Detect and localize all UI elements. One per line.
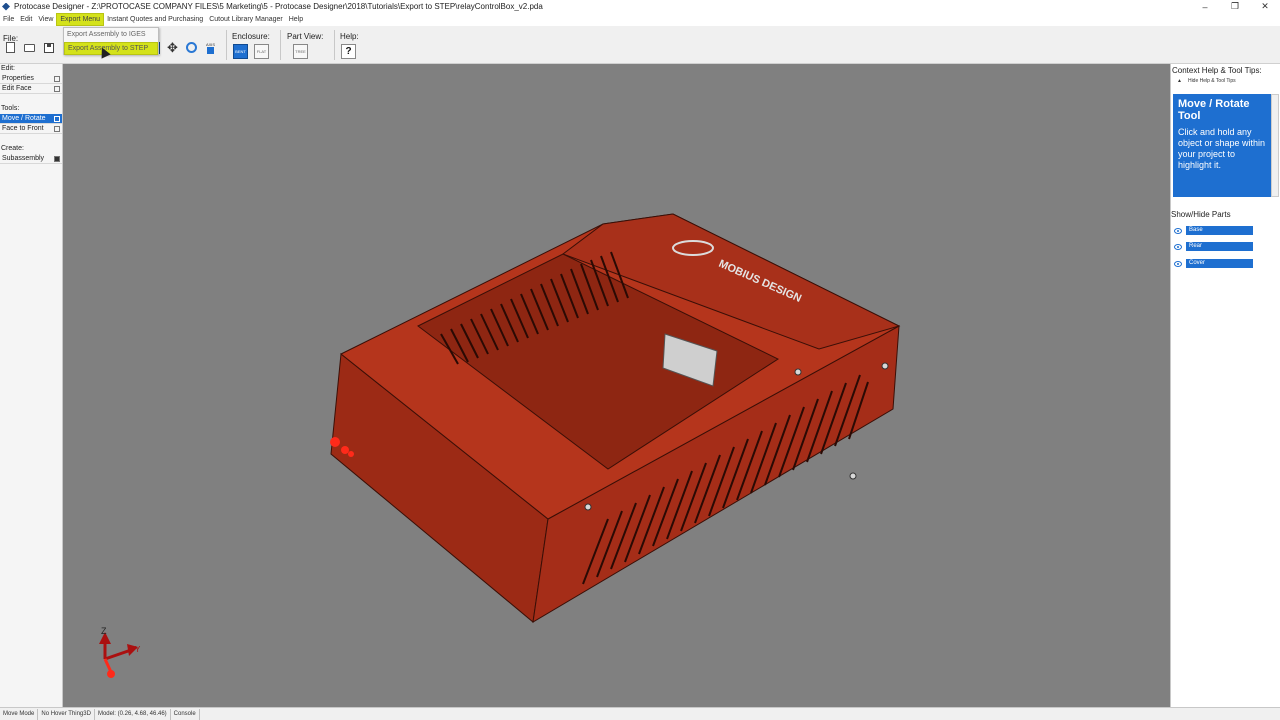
bent-icon: BENT <box>233 44 248 59</box>
status-model: Model: (0.26, 4.68, 46.46) <box>95 708 171 720</box>
rotate-icon <box>186 42 197 53</box>
edit-face-label: Edit Face <box>2 85 32 92</box>
console-button[interactable]: Console <box>171 708 200 720</box>
axis-button[interactable]: AXIS <box>202 39 219 56</box>
axis-blue-icon <box>207 46 214 54</box>
window-controls: – ❐ ✕ <box>1190 0 1280 13</box>
show-hide-parts-title: Show/Hide Parts <box>1171 210 1231 219</box>
help-button[interactable]: ? <box>340 43 357 60</box>
minimize-button[interactable]: – <box>1190 0 1220 13</box>
menu-edit[interactable]: Edit <box>17 13 35 26</box>
subassembly-item[interactable]: Subassembly <box>0 154 62 164</box>
move-icon: ✥ <box>167 39 178 55</box>
status-hover: No Hover Thing3D <box>38 708 95 720</box>
context-help-title: Context Help & Tool Tips: <box>1172 66 1262 75</box>
tip-title: Move / Rotate Tool <box>1178 98 1250 122</box>
help-icon: ? <box>341 44 356 59</box>
part-base[interactable]: Base <box>1186 226 1253 235</box>
edit-face-item[interactable]: Edit Face <box>0 84 62 94</box>
export-dropdown: Export Assembly to IGES Export Assembly … <box>63 27 159 55</box>
enclosure-flat-button[interactable]: FLAT <box>253 43 270 60</box>
enclosure-bent-button[interactable]: BENT <box>232 43 249 60</box>
part-row-rear[interactable]: Rear <box>1174 242 1253 251</box>
hide-help-label: Hide Help & Tool Tips <box>1187 78 1236 84</box>
export-iges-item[interactable]: Export Assembly to IGES <box>64 28 158 41</box>
title-bar: Protocase Designer - Z:\PROTOCASE COMPAN… <box>0 0 1280 13</box>
move-rotate-label: Move / Rotate <box>2 115 46 122</box>
face-to-front-icon <box>54 126 60 132</box>
enclosure-label: Enclosure: <box>232 32 270 41</box>
part-view-label: Part View: <box>287 32 324 41</box>
flat-icon: FLAT <box>254 44 269 59</box>
face-to-front-item[interactable]: Face to Front <box>0 124 62 134</box>
eye-icon[interactable] <box>1174 260 1182 267</box>
axis-z-label: Z <box>101 626 107 636</box>
export-step-item[interactable]: Export Assembly to STEP <box>64 42 158 55</box>
properties-label: Properties <box>2 75 34 82</box>
save-button[interactable] <box>40 39 57 56</box>
new-file-icon <box>6 42 15 53</box>
axis-y-label: Y <box>135 645 141 654</box>
part-row-cover[interactable]: Cover <box>1174 259 1253 268</box>
rotate-tool-button[interactable] <box>183 39 200 56</box>
edit-face-icon <box>54 86 60 92</box>
tree-icon: TREE <box>293 44 308 59</box>
enclosure-model[interactable]: MOBIUS DESIGN Z Y <box>63 64 1170 707</box>
tools-heading: Tools: <box>1 105 20 112</box>
move-tool-button[interactable]: ✥ <box>164 39 181 56</box>
3d-viewport[interactable]: MOBIUS DESIGN Z Y <box>63 64 1170 707</box>
move-rotate-icon <box>54 116 60 122</box>
part-rear[interactable]: Rear <box>1186 242 1253 251</box>
new-file-button[interactable] <box>2 39 19 56</box>
menu-bar: File Edit View Export Menu Instant Quote… <box>0 13 1280 26</box>
separator <box>226 30 227 60</box>
hide-help-link[interactable]: ▲ Hide Help & Tool Tips <box>1171 76 1280 86</box>
tip-body: Click and hold any object or shape withi… <box>1178 127 1266 170</box>
right-panel: Context Help & Tool Tips: ▲ Hide Help & … <box>1170 64 1280 707</box>
menu-help[interactable]: Help <box>286 13 306 26</box>
subassembly-label: Subassembly <box>2 155 45 162</box>
maximize-button[interactable]: ❐ <box>1220 0 1250 13</box>
move-rotate-item[interactable]: Move / Rotate <box>0 114 62 124</box>
status-mode: Move Mode <box>0 708 39 720</box>
toolbar: File: ✥ AXIS Enclosure: BENT FLAT Part V… <box>0 26 1280 64</box>
separator <box>334 30 335 60</box>
face-to-front-label: Face to Front <box>2 125 44 132</box>
menu-cutout-library[interactable]: Cutout Library Manager <box>206 13 286 26</box>
properties-item[interactable]: Properties <box>0 74 62 84</box>
edit-heading: Edit: <box>1 65 16 72</box>
window-title: Protocase Designer - Z:\PROTOCASE COMPAN… <box>14 2 543 11</box>
collapse-icon: ▲ <box>1177 78 1182 84</box>
open-file-button[interactable] <box>21 39 38 56</box>
eye-icon[interactable] <box>1174 227 1182 234</box>
tool-tip-box: Move / Rotate Tool Click and hold any ob… <box>1173 94 1271 197</box>
properties-icon <box>54 76 60 82</box>
close-button[interactable]: ✕ <box>1250 0 1280 13</box>
create-heading: Create: <box>1 145 24 152</box>
menu-view[interactable]: View <box>35 13 56 26</box>
tip-scrollbar[interactable] <box>1271 94 1279 197</box>
axis-gizmo-icon <box>99 632 138 678</box>
separator <box>280 30 281 60</box>
part-row-base[interactable]: Base <box>1174 226 1253 235</box>
folder-icon <box>24 43 35 52</box>
save-icon <box>43 42 54 53</box>
part-view-tree-button[interactable]: TREE <box>292 43 309 60</box>
help-label: Help: <box>340 32 359 41</box>
app-icon <box>2 2 10 11</box>
eye-icon[interactable] <box>1174 243 1182 250</box>
menu-export[interactable]: Export Menu <box>56 13 105 26</box>
menu-file[interactable]: File <box>0 13 17 26</box>
left-panel: Edit: Properties Edit Face Tools: Move /… <box>0 64 63 707</box>
part-cover[interactable]: Cover <box>1186 259 1253 268</box>
status-bar: Move Mode No Hover Thing3D Model: (0.26,… <box>0 707 1280 720</box>
menu-instant-quotes[interactable]: Instant Quotes and Purchasing <box>104 13 206 26</box>
subassembly-icon <box>54 156 60 162</box>
